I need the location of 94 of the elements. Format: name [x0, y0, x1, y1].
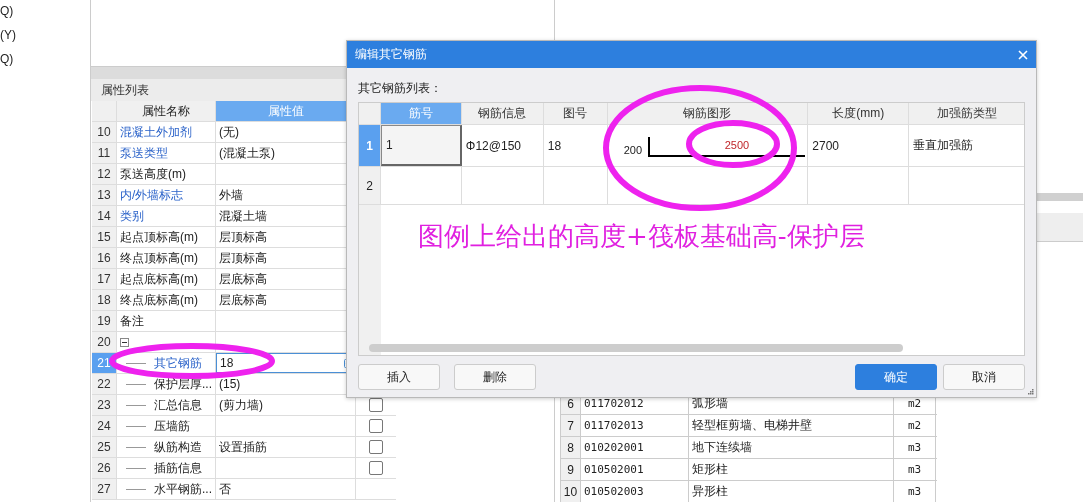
row-number: 15: [92, 227, 117, 247]
row-number: 20: [92, 332, 117, 352]
row-number: 12: [92, 164, 117, 184]
property-name: 泵送高度(m): [120, 165, 186, 183]
row-number: 10: [92, 122, 117, 142]
row-number: 19: [92, 311, 117, 331]
close-icon[interactable]: [1018, 49, 1028, 60]
dialog-button[interactable]: 插入: [358, 364, 440, 390]
scrollbar[interactable]: [369, 344, 903, 352]
menu-item[interactable]: (Y): [0, 26, 16, 50]
table-cell: 轻型框剪墙、电梯井壁: [689, 415, 894, 436]
column-header[interactable]: 图号: [543, 103, 608, 124]
table-cell: 18: [547, 138, 562, 153]
property-name: 混凝土外加剂: [120, 123, 192, 141]
row-number: 9: [561, 459, 581, 480]
confirm-button[interactable]: 确定: [855, 364, 937, 390]
row-number: 10: [561, 481, 581, 502]
property-value: (无): [219, 123, 239, 141]
property-name: 泵送类型: [120, 144, 168, 162]
property-value: 层底标高: [219, 291, 267, 309]
property-name: 纵筋构造: [154, 438, 202, 456]
row-number: 22: [92, 374, 117, 394]
property-value: 设置插筋: [219, 438, 267, 456]
collapse-icon[interactable]: [120, 337, 129, 347]
row-number: 8: [561, 437, 581, 458]
table-cell: Φ12@150: [465, 138, 521, 153]
column-header[interactable]: 加强筋类型: [909, 103, 1024, 124]
row-number: 2: [359, 167, 381, 204]
property-name: 终点底标高(m): [120, 291, 198, 309]
row-number: 23: [92, 395, 117, 415]
property-name: 压墙筋: [154, 417, 190, 435]
table-cell: m2: [894, 415, 936, 436]
property-name: 起点底标高(m): [120, 270, 198, 288]
checkbox[interactable]: [369, 398, 383, 412]
checkbox[interactable]: [369, 440, 383, 454]
table-cell: m3: [894, 437, 936, 458]
dialog-title: 编辑其它钢筋: [355, 46, 427, 63]
table-cell: 异形柱: [689, 481, 894, 502]
property-value: 层底标高: [219, 270, 267, 288]
table-cell: 010502003: [581, 481, 689, 502]
annotation-text: 图例上给出的高度+筏板基础高-保护层: [418, 220, 865, 253]
property-name: 其它钢筋: [154, 354, 202, 372]
table-cell: m3: [894, 481, 936, 502]
table-cell: 010202001: [581, 437, 689, 458]
table-cell: 011702013: [581, 415, 689, 436]
checkbox[interactable]: [369, 461, 383, 475]
row-number: 17: [92, 269, 117, 289]
row-number: 26: [92, 458, 117, 478]
row-number: 27: [92, 479, 117, 499]
property-name: 备注: [120, 312, 144, 330]
property-name: 保护层厚...: [154, 375, 212, 393]
row-number: 18: [92, 290, 117, 310]
row-number: 13: [92, 185, 117, 205]
menu-item[interactable]: Q): [0, 2, 14, 26]
menu-item[interactable]: Q): [0, 50, 14, 74]
column-header[interactable]: 钢筋信息: [461, 103, 544, 124]
table-cell: 010502001: [581, 459, 689, 480]
row-number: 25: [92, 437, 117, 457]
property-value: 否: [219, 480, 231, 498]
column-header[interactable]: 长度(mm): [808, 103, 910, 124]
table-cell: 1: [385, 138, 393, 152]
property-value: (混凝土泵): [219, 144, 275, 162]
resize-grip-icon[interactable]: [1027, 388, 1034, 395]
property-name: 终点顶标高(m): [120, 249, 198, 267]
table-cell: 2700: [812, 138, 840, 153]
row-number: 1: [359, 125, 381, 166]
dimension-label: 200: [623, 144, 642, 156]
property-name: 汇总信息: [154, 396, 202, 414]
table-cell: 矩形柱: [689, 459, 894, 480]
table-cell: m3: [894, 459, 936, 480]
checkbox[interactable]: [369, 419, 383, 433]
property-value: (15): [219, 377, 241, 391]
property-value: 层顶标高: [219, 249, 267, 267]
row-number: 7: [561, 415, 581, 436]
property-value: 混凝土墙: [219, 207, 267, 225]
property-value: 层顶标高: [219, 228, 267, 246]
dialog-button[interactable]: 取消: [943, 364, 1025, 390]
property-name: 水平钢筋...: [154, 480, 212, 498]
row-number: 16: [92, 248, 117, 268]
column-header[interactable]: 属性名称: [117, 101, 216, 121]
property-name: 内/外墙标志: [120, 186, 184, 204]
property-value: (剪力墙): [219, 396, 263, 414]
property-name: 类别: [120, 207, 144, 225]
row-number: 24: [92, 416, 117, 436]
list-label: 其它钢筋列表：: [358, 80, 442, 97]
property-name: 插筋信息: [154, 459, 202, 477]
row-number: 11: [92, 143, 117, 163]
table-cell: 地下连续墙: [689, 437, 894, 458]
dimension-label: 2500: [724, 139, 750, 151]
row-number: 14: [92, 206, 117, 226]
property-name: 起点顶标高(m): [120, 228, 198, 246]
table-cell: 垂直加强筋: [913, 137, 974, 154]
dialog-button[interactable]: 删除: [454, 364, 536, 390]
property-value: 外墙: [219, 186, 243, 204]
